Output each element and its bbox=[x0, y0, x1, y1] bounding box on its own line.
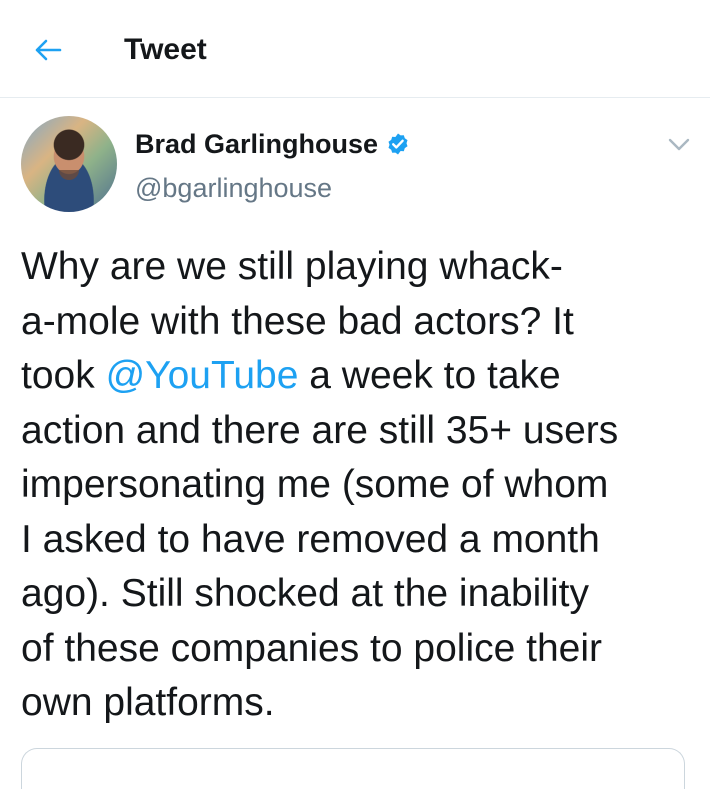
tweet-line: took @YouTube a week to take bbox=[21, 349, 701, 404]
tweet-line: own platforms. bbox=[21, 681, 275, 724]
tweet-text-segment: a week to take bbox=[298, 354, 561, 397]
author-name-row[interactable]: Brad Garlinghouse bbox=[135, 126, 410, 162]
tweet-text: Why are we still playing whack- a-mole w… bbox=[21, 240, 701, 731]
author-name[interactable]: Brad Garlinghouse bbox=[135, 126, 378, 162]
author-avatar[interactable] bbox=[21, 116, 117, 212]
arrow-left-icon bbox=[35, 39, 62, 61]
tweet-line: a-mole with these bad actors? It bbox=[21, 299, 574, 343]
verified-badge-icon bbox=[388, 133, 408, 155]
tweet-line: Why are we still playing whack- bbox=[21, 245, 563, 288]
back-button[interactable] bbox=[30, 32, 66, 68]
tweet-line: impersonating me (some of whom bbox=[21, 463, 609, 506]
top-app-bar: Tweet bbox=[0, 0, 710, 98]
chevron-down-icon bbox=[668, 138, 690, 151]
tweet-text-segment: took bbox=[21, 354, 106, 397]
tweet-line: ago). Still shocked at the inability bbox=[21, 572, 589, 615]
tweet-line: I asked to have removed a month bbox=[21, 517, 600, 561]
tweet-line: of these companies to police their bbox=[21, 626, 603, 670]
page-title: Tweet bbox=[124, 33, 207, 66]
tweet-menu-button[interactable] bbox=[664, 134, 694, 156]
author-handle[interactable]: @bgarlinghouse bbox=[135, 170, 332, 206]
mention-link-youtube[interactable]: @YouTube bbox=[106, 354, 299, 397]
tweet-line: action and there are still 35+ users bbox=[21, 408, 619, 452]
embedded-card-top[interactable] bbox=[21, 748, 685, 789]
